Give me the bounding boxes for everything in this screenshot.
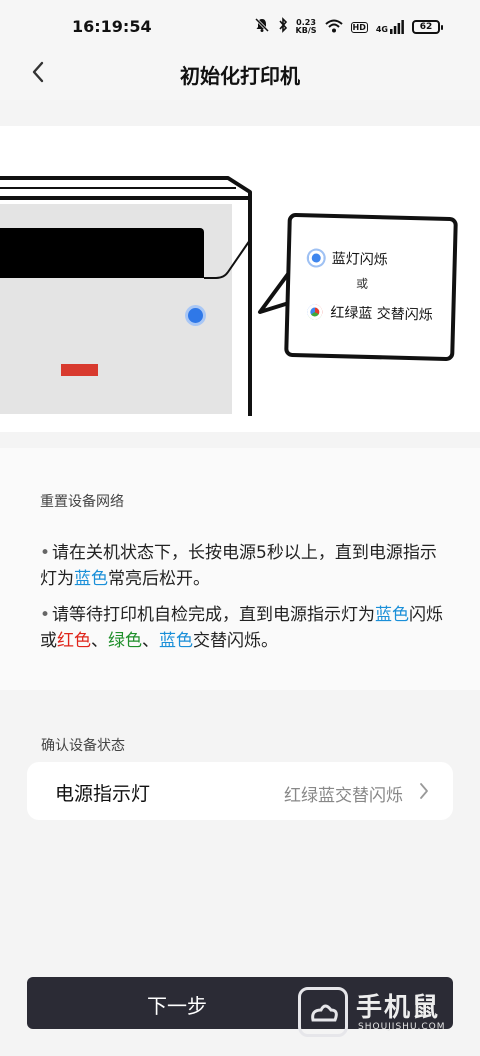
signal-label: 4G bbox=[375, 25, 388, 34]
watermark-mouse-icon bbox=[298, 987, 348, 1037]
header: 初始化打印机 bbox=[0, 56, 480, 100]
step2-sep2: 、 bbox=[142, 631, 159, 651]
next-step-label: 下一步 bbox=[147, 994, 207, 1018]
power-indicator-value: 红绿蓝交替闪烁 bbox=[284, 786, 403, 806]
rgb-dot-icon bbox=[307, 303, 323, 320]
bullet: • bbox=[40, 543, 51, 563]
mute-bell-icon bbox=[254, 17, 270, 37]
status-bar: 16:19:54 0.23 KB/S HD 4G 62 bbox=[0, 0, 480, 56]
watermark-subtitle: SHOUJISHU.COM bbox=[358, 1022, 446, 1032]
power-indicator-row[interactable]: 电源指示灯 红绿蓝交替闪烁 bbox=[27, 762, 453, 820]
step2-text-a: 请等待打印机自检完成，直到电源指示灯为 bbox=[52, 605, 376, 625]
led-callout: 蓝灯闪烁 或 红绿蓝 交替闪烁 bbox=[284, 212, 458, 362]
watermark-title: 手机鼠 bbox=[356, 993, 441, 1023]
step2-blue2: 蓝色 bbox=[159, 631, 193, 651]
bluetooth-icon bbox=[278, 17, 288, 37]
power-indicator-label: 电源指示灯 bbox=[55, 783, 151, 805]
step2-blue: 蓝色 bbox=[375, 605, 410, 625]
bullet: • bbox=[40, 605, 51, 625]
confirm-section-title: 确认设备状态 bbox=[41, 738, 125, 754]
wifi-icon bbox=[324, 18, 343, 37]
page-title: 初始化打印机 bbox=[180, 64, 300, 88]
callout-option2-label: 红绿蓝 交替闪烁 bbox=[330, 304, 433, 324]
reset-section-title: 重置设备网络 bbox=[40, 494, 124, 510]
watermark-logo: 手机鼠 SHOUJISHU.COM bbox=[298, 985, 458, 1045]
battery-icon: 62 bbox=[412, 20, 443, 34]
step2-green: 绿色 bbox=[108, 631, 142, 651]
step2-text-c: 交替闪烁。 bbox=[193, 631, 278, 651]
step1-blue: 蓝色 bbox=[74, 569, 108, 589]
step1-text-b: 常亮后松开。 bbox=[108, 569, 210, 589]
callout-option1-label: 蓝灯闪烁 bbox=[331, 250, 388, 269]
blue-dot-icon bbox=[308, 249, 324, 266]
signal-icon: 4G bbox=[376, 20, 404, 34]
reset-step-1: • 请在关机状态下，长按电源5秒以上，直到电源指示灯为蓝色常亮后松开。 bbox=[40, 540, 450, 592]
net-speed-unit: KB/S bbox=[295, 26, 317, 35]
net-speed: 0.23 KB/S bbox=[296, 19, 317, 35]
printer-illustration: 蓝灯闪烁 或 红绿蓝 交替闪烁 bbox=[0, 126, 480, 432]
status-icons: 0.23 KB/S HD 4G 62 bbox=[254, 15, 443, 39]
reset-instructions: 重置设备网络 • 请在关机状态下，长按电源5秒以上，直到电源指示灯为蓝色常亮后松开… bbox=[0, 448, 480, 690]
step2-sep1: 、 bbox=[91, 631, 108, 651]
reset-step-2: • 请等待打印机自检完成，直到电源指示灯为蓝色闪烁或红色、绿色、蓝色交替闪烁。 bbox=[40, 602, 450, 654]
callout-option-rgb: 红绿蓝 交替闪烁 bbox=[307, 301, 433, 324]
chevron-right-icon bbox=[420, 783, 428, 799]
status-time: 16:19:54 bbox=[72, 17, 152, 36]
step2-red: 红色 bbox=[57, 631, 91, 651]
callout-or: 或 bbox=[355, 276, 369, 291]
hd-badge: HD bbox=[350, 21, 368, 33]
callout-option-blue: 蓝灯闪烁 bbox=[308, 247, 388, 269]
